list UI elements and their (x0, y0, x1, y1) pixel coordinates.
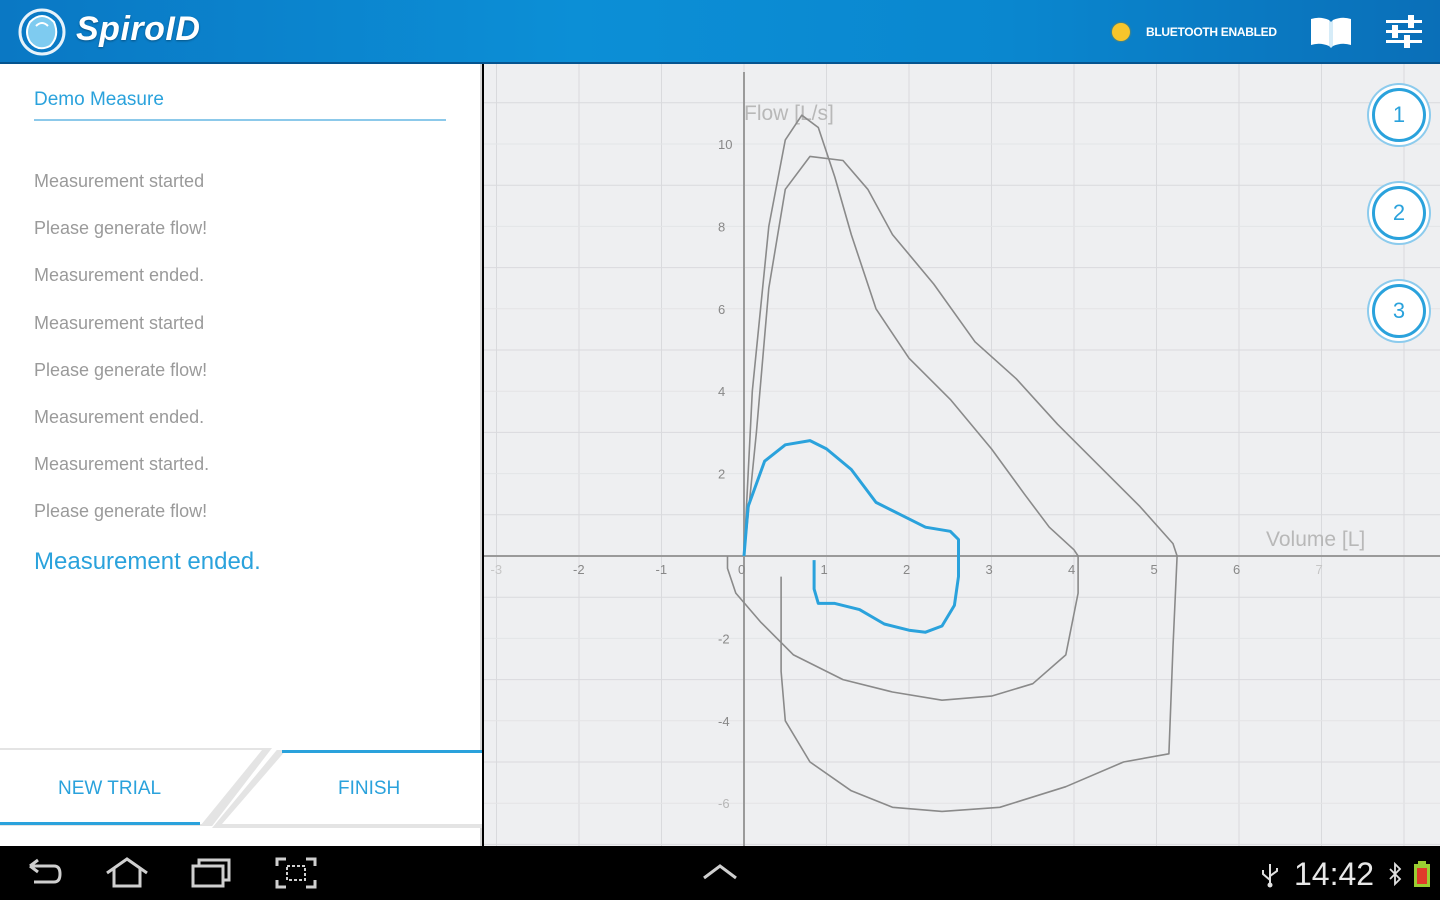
trial-1-button[interactable]: 1 (1372, 88, 1426, 142)
usb-icon (1262, 864, 1278, 888)
y-tick-label: -6 (718, 796, 730, 811)
y-tick-label: 4 (718, 384, 725, 399)
flow-volume-chart: -3 -2 -1 0 1 2 3 4 5 6 7 -6 -4 -2 2 4 6 8 10 Flow [L/s] Volu… (484, 64, 1440, 846)
app-title: SpiroID (76, 10, 201, 48)
series-line-2 (743, 155, 1178, 813)
back-icon[interactable] (24, 856, 64, 890)
bluetooth-status-dot (1112, 23, 1130, 41)
measurement-panel: Demo Measure Measurement started Please … (0, 64, 482, 846)
x-axis-label: Volume [L] (1266, 528, 1365, 551)
new-trial-button-underline (0, 822, 200, 825)
app-header: SpiroID BLUETOOTH ENABLED (0, 0, 1440, 64)
y-tick-label: -4 (718, 714, 730, 729)
measure-name-field[interactable]: Demo Measure (34, 89, 446, 121)
bluetooth-status-label: BLUETOOTH ENABLED (1146, 25, 1277, 39)
x-tick-label: 1 (821, 562, 828, 577)
status-clock: 14:42 (1294, 856, 1375, 892)
settings-sliders-icon[interactable] (1384, 14, 1424, 50)
bluetooth-icon (1389, 862, 1402, 886)
measurement-log: Measurement started Please generate flow… (34, 170, 261, 595)
new-trial-button-label[interactable]: NEW TRIAL (58, 778, 161, 800)
log-item-current: Measurement ended. (34, 547, 261, 575)
trial-2-button[interactable]: 2 (1372, 186, 1426, 240)
log-item: Measurement ended. (34, 265, 205, 286)
x-tick-label: 5 (1151, 562, 1158, 577)
book-icon[interactable] (1308, 14, 1354, 50)
x-tick-label: 2 (903, 562, 910, 577)
series-line-3 (742, 439, 960, 634)
x-tick-label: -3 (491, 562, 503, 577)
log-item: Measurement started (34, 171, 205, 191)
y-axis-label: Flow [L/s] (744, 102, 834, 125)
y-tick-label: 6 (718, 302, 725, 317)
x-tick-label: 6 (1233, 562, 1240, 577)
log-item: Please generate flow! (34, 218, 208, 239)
flow-volume-plot: -3 -2 -1 0 1 2 3 4 5 6 7 -6 -4 -2 2 4 6 8 10 Flow [L/s] Volu… (484, 64, 1440, 846)
screenshot-icon[interactable] (274, 856, 318, 890)
x-tick-label: -1 (656, 562, 668, 577)
trial-3-button[interactable]: 3 (1372, 284, 1426, 338)
log-item: Measurement ended. (34, 406, 205, 427)
log-item: Measurement started (34, 312, 205, 333)
series-line-1 (726, 114, 1079, 701)
x-tick-label: -2 (573, 562, 585, 577)
battery-icon (1414, 861, 1430, 887)
finish-button-label[interactable]: FINISH (338, 778, 400, 800)
x-tick-label: 3 (986, 562, 993, 577)
x-tick-label: 7 (1316, 562, 1323, 577)
log-item: Measurement started. (34, 454, 210, 475)
home-icon[interactable] (104, 856, 150, 890)
y-tick-label: -2 (718, 631, 730, 646)
log-item: Please generate flow! (34, 501, 208, 522)
y-tick-label: 10 (718, 137, 732, 152)
chevron-up-icon[interactable] (700, 856, 740, 886)
log-item: Please generate flow! (34, 359, 208, 380)
recent-apps-icon[interactable] (190, 856, 232, 890)
x-tick-label: 0 (738, 562, 745, 577)
finish-button-topline (282, 750, 482, 753)
logo-icon (18, 8, 66, 56)
x-tick-label: 4 (1068, 562, 1075, 577)
y-tick-label: 8 (718, 219, 725, 234)
y-tick-label: 2 (718, 467, 725, 482)
system-navigation-bar: 14:42 (0, 846, 1440, 900)
